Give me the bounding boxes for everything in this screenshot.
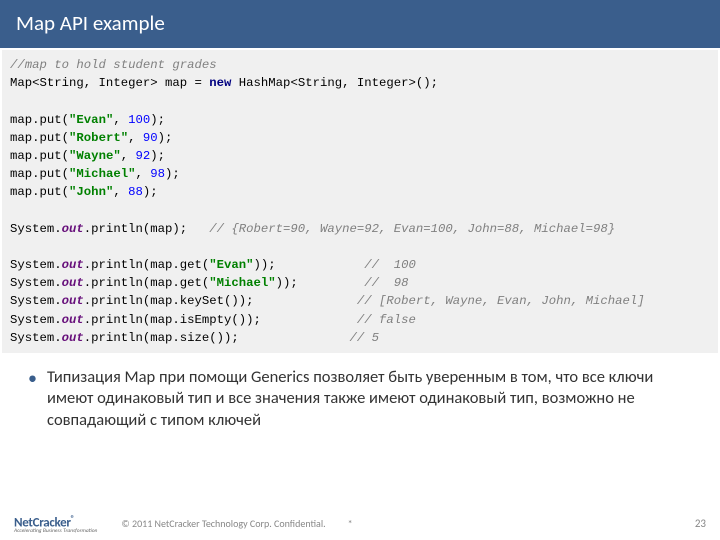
code-text: map = — [158, 76, 210, 90]
bullet-text: Типизация Map при помощи Generics позвол… — [47, 367, 696, 431]
code-text: .println(map.get( — [84, 276, 209, 290]
code-string: "Evan" — [69, 113, 113, 127]
copyright-text: © 2011 NetCracker Technology Corp. Confi… — [121, 517, 325, 530]
code-text: , — [128, 131, 143, 145]
code-field: out — [62, 331, 84, 345]
code-text: map.put( — [10, 185, 69, 199]
code-text: System. — [10, 294, 62, 308]
slide-footer: NetCracker® Accelerating Business Transf… — [0, 514, 720, 534]
code-text: .println(map); — [84, 222, 209, 236]
code-text: Map — [10, 76, 32, 90]
code-field: out — [62, 276, 84, 290]
code-text: , — [121, 149, 136, 163]
code-text: System. — [10, 258, 62, 272]
code-number: 100 — [128, 113, 150, 127]
code-string: "Evan" — [209, 258, 253, 272]
registered-icon: ® — [71, 514, 75, 524]
netcracker-logo: NetCracker® Accelerating Business Transf… — [14, 514, 97, 534]
code-text: System. — [10, 331, 62, 345]
code-text: .println(map.isEmpty()); — [84, 313, 261, 327]
code-string: "John" — [69, 185, 113, 199]
code-string: "Robert" — [69, 131, 128, 145]
body-text-area: • Типизация Map при помощи Generics позв… — [0, 353, 720, 431]
code-text: , — [113, 113, 128, 127]
code-string: "Michael" — [69, 167, 135, 181]
code-comment: //map to hold student grades — [10, 58, 217, 72]
code-string: "Michael" — [209, 276, 275, 290]
code-text: .println(map.size()); — [84, 331, 239, 345]
code-text: map.put( — [10, 131, 69, 145]
code-field: out — [62, 313, 84, 327]
code-text: ); — [150, 113, 165, 127]
code-text: .println(map.get( — [84, 258, 209, 272]
code-string: "Wayne" — [69, 149, 121, 163]
code-comment: // 98 — [364, 276, 408, 290]
code-number: 92 — [135, 149, 150, 163]
code-number: 90 — [143, 131, 158, 145]
code-text: , — [113, 185, 128, 199]
page-number: 23 — [695, 517, 706, 530]
code-text: System. — [10, 276, 62, 290]
code-field: out — [62, 222, 84, 236]
code-field: out — [62, 294, 84, 308]
slide-title: Map API example — [0, 0, 720, 48]
code-text: (); — [416, 76, 438, 90]
code-text: ); — [165, 167, 180, 181]
code-field: out — [62, 258, 84, 272]
code-comment: // 100 — [364, 258, 416, 272]
code-number: 98 — [150, 167, 165, 181]
code-keyword: new — [209, 76, 231, 90]
code-text: )); — [254, 258, 276, 272]
code-text: , — [135, 167, 150, 181]
bullet-item: • Типизация Map при помощи Generics позв… — [28, 367, 696, 431]
code-text: System. — [10, 313, 62, 327]
code-text: map.put( — [10, 149, 69, 163]
code-text: .println(map.keySet()); — [84, 294, 254, 308]
code-text: <String, Integer> — [290, 76, 415, 90]
code-text: )); — [276, 276, 298, 290]
code-comment: // 5 — [349, 331, 379, 345]
code-text: ); — [150, 149, 165, 163]
code-comment: // false — [357, 313, 416, 327]
code-text: ); — [143, 185, 158, 199]
code-text: HashMap — [231, 76, 290, 90]
code-example: //map to hold student grades Map<String,… — [2, 50, 718, 353]
bullet-dot-icon: • — [28, 368, 37, 390]
code-text: ); — [158, 131, 173, 145]
code-text: map.put( — [10, 167, 69, 181]
code-text: <String, Integer> — [32, 76, 157, 90]
logo-tagline: Accelerating Business Transformation — [14, 528, 97, 534]
code-text: map.put( — [10, 113, 69, 127]
code-text: System. — [10, 222, 62, 236]
code-comment: // [Robert, Wayne, Evan, John, Michael] — [357, 294, 645, 308]
code-number: 88 — [128, 185, 143, 199]
footer-marker: * — [348, 517, 353, 530]
code-comment: // {Robert=90, Wayne=92, Evan=100, John=… — [209, 222, 615, 236]
